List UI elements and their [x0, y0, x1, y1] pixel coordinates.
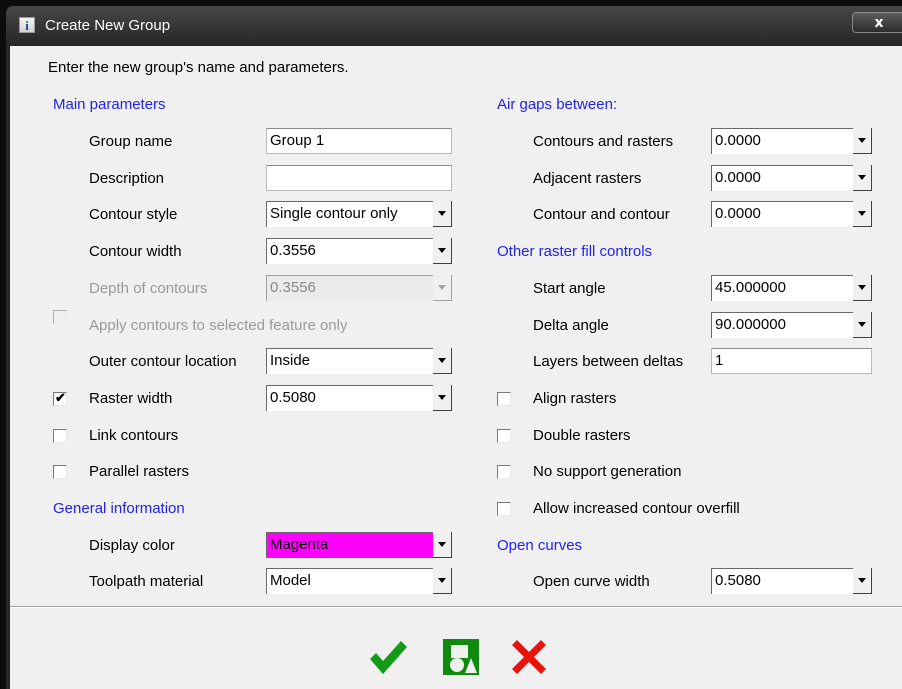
close-button[interactable]: x [852, 12, 902, 33]
open-curve-width-label: Open curve width [533, 573, 650, 590]
outer-contour-location-dropdown[interactable]: Inside [266, 348, 452, 374]
toolpath-material-value: Model [270, 572, 311, 589]
contour-style-dropdown[interactable]: Single contour only [266, 201, 452, 227]
raster-width-label: Raster width [89, 390, 173, 407]
depth-of-contours-label: Depth of contours [89, 280, 208, 297]
start-angle-dropdown[interactable]: 45.000000 [711, 275, 872, 301]
adjacent-rasters-dropdown[interactable]: 0.0000 [711, 165, 872, 191]
checkmark-icon: ✔ [55, 390, 66, 405]
contour-style-label: Contour style [89, 206, 178, 223]
open-curve-width-dropdown[interactable]: 0.5080 [711, 568, 872, 594]
double-rasters-checkbox[interactable] [497, 429, 511, 443]
chevron-down-icon[interactable] [433, 568, 452, 594]
toolpath-material-dropdown[interactable]: Model [266, 568, 452, 594]
divider [10, 606, 902, 608]
adjacent-rasters-value: 0.0000 [715, 169, 761, 186]
cancel-x-icon [512, 640, 546, 674]
general-information-heading: General information [53, 500, 185, 517]
apply-contours-label: Apply contours to selected feature only [89, 317, 348, 334]
chevron-down-icon [433, 275, 452, 301]
open-curves-heading: Open curves [497, 537, 583, 554]
start-angle-value: 45.000000 [715, 279, 786, 296]
chevron-down-icon[interactable] [853, 165, 872, 191]
contour-width-value: 0.3556 [270, 242, 316, 259]
contour-and-contour-label: Contour and contour [533, 206, 670, 223]
align-rasters-checkbox[interactable] [497, 392, 511, 406]
parallel-rasters-label: Parallel rasters [89, 463, 190, 480]
chevron-down-icon[interactable] [853, 201, 872, 227]
air-gaps-heading: Air gaps between: [497, 96, 618, 113]
chevron-down-icon[interactable] [853, 568, 872, 594]
double-rasters-label: Double rasters [533, 427, 631, 444]
chevron-down-icon[interactable] [433, 348, 452, 374]
contour-and-contour-value: 0.0000 [715, 205, 761, 222]
cancel-button[interactable] [508, 636, 550, 678]
display-color-dropdown[interactable]: Magenta [266, 532, 452, 558]
allow-increased-overfill-label: Allow increased contour overfill [533, 500, 740, 517]
no-support-generation-label: No support generation [533, 463, 682, 480]
contour-width-dropdown[interactable]: 0.3556 [266, 238, 452, 264]
outer-contour-location-value: Inside [270, 352, 311, 369]
description-label: Description [89, 170, 165, 187]
link-contours-checkbox[interactable] [53, 429, 67, 443]
contour-style-value: Single contour only [270, 205, 398, 222]
preview-icon [443, 639, 479, 675]
outer-contour-location-label: Outer contour location [89, 353, 237, 370]
layers-between-deltas-value: 1 [715, 352, 724, 369]
chevron-down-icon[interactable] [853, 275, 872, 301]
start-angle-label: Start angle [533, 280, 606, 297]
toolpath-material-label: Toolpath material [89, 573, 204, 590]
layers-between-deltas-input[interactable]: 1 [711, 348, 872, 374]
display-color-label: Display color [89, 537, 175, 554]
raster-fill-controls-heading: Other raster fill controls [497, 243, 653, 260]
adjacent-rasters-label: Adjacent rasters [533, 170, 642, 187]
contour-width-label: Contour width [89, 243, 182, 260]
instruction-text: Enter the new group's name and parameter… [48, 59, 349, 76]
info-icon: i [19, 17, 35, 33]
main-parameters-heading: Main parameters [53, 96, 166, 113]
contours-and-rasters-value: 0.0000 [715, 132, 761, 149]
chevron-down-icon[interactable] [433, 385, 452, 411]
delta-angle-value: 90.000000 [715, 316, 786, 333]
contour-and-contour-dropdown[interactable]: 0.0000 [711, 201, 872, 227]
depth-of-contours-dropdown: 0.3556 [266, 275, 452, 301]
delta-angle-label: Delta angle [533, 317, 609, 334]
layers-between-deltas-label: Layers between deltas [533, 353, 684, 370]
ok-button[interactable] [367, 636, 409, 678]
group-name-input[interactable]: Group 1 [266, 128, 452, 154]
display-color-value: Magenta [270, 536, 329, 553]
window-title: Create New Group [45, 17, 171, 34]
chevron-down-icon[interactable] [433, 201, 452, 227]
contours-and-rasters-dropdown[interactable]: 0.0000 [711, 128, 872, 154]
delta-angle-dropdown[interactable]: 90.000000 [711, 312, 872, 338]
dialog-body: Enter the new group's name and parameter… [10, 46, 902, 689]
preview-button[interactable] [440, 636, 482, 678]
raster-width-dropdown[interactable]: 0.5080 [266, 385, 452, 411]
allow-increased-overfill-checkbox[interactable] [497, 502, 511, 516]
group-name-label: Group name [89, 133, 173, 150]
chevron-down-icon[interactable] [433, 532, 452, 558]
raster-width-value: 0.5080 [270, 389, 316, 406]
chevron-down-icon[interactable] [853, 312, 872, 338]
open-curve-width-value: 0.5080 [715, 572, 761, 589]
parallel-rasters-checkbox[interactable] [53, 465, 67, 479]
align-rasters-label: Align rasters [533, 390, 617, 407]
description-input[interactable] [266, 165, 452, 191]
depth-of-contours-value: 0.3556 [270, 279, 316, 296]
title-bar[interactable]: i Create New Group x [6, 6, 902, 46]
link-contours-label: Link contours [89, 427, 179, 444]
contours-and-rasters-label: Contours and rasters [533, 133, 674, 150]
group-name-value: Group 1 [270, 132, 325, 149]
chevron-down-icon[interactable] [433, 238, 452, 264]
apply-contours-checkbox [53, 310, 67, 324]
raster-width-checkbox[interactable]: ✔ [53, 390, 67, 406]
no-support-generation-checkbox[interactable] [497, 465, 511, 479]
checkmark-icon [370, 641, 407, 674]
chevron-down-icon[interactable] [853, 128, 872, 154]
